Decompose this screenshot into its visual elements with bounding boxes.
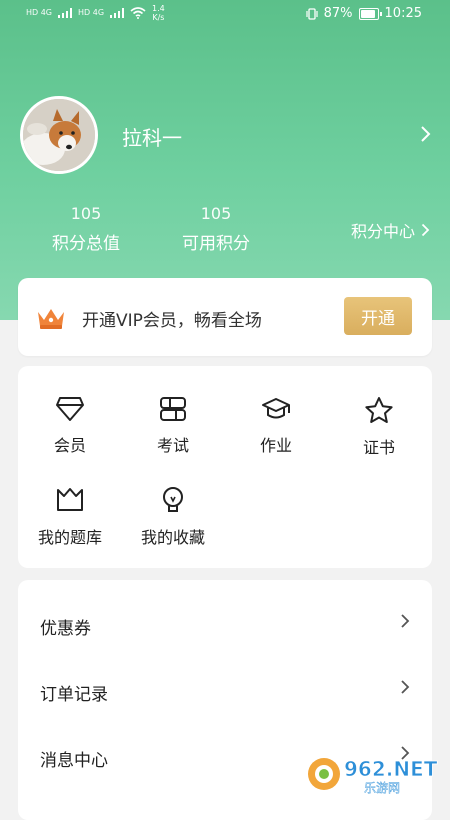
watermark-logo: 962.NET 乐游网: [302, 748, 442, 796]
list-item-orders[interactable]: 订单记录: [18, 658, 432, 724]
grid-item-exam[interactable]: 考试: [123, 396, 223, 456]
network-speed: 1.4 K/s: [152, 4, 165, 22]
vibrate-icon: [306, 7, 318, 20]
clock: 10:25: [384, 6, 422, 21]
available-points-value: 105: [200, 204, 232, 223]
total-points-label: 积分总值: [52, 234, 120, 254]
sim2-label: HD 4G: [78, 8, 105, 17]
battery-icon: [358, 7, 382, 20]
grid-item-certificate[interactable]: 证书: [329, 396, 429, 458]
profile-row[interactable]: 拉科一: [0, 96, 450, 178]
wifi-icon: [130, 7, 146, 19]
list-item-label: 消息中心: [40, 751, 108, 771]
points-center-label: 积分中心: [350, 222, 415, 241]
basket-icon: [57, 488, 83, 511]
signal-icon: [58, 8, 73, 18]
grid-item-label: 我的收藏: [140, 528, 205, 547]
vip-text: 开通VIP会员，畅看全场: [82, 311, 262, 331]
feature-grid: 会员 考试 作业 证书 我的题库 我的收藏: [18, 366, 432, 568]
signal-indicators: HD 4G HD 4G 1.4 K/s: [26, 4, 165, 22]
grid-item-label: 作业: [259, 436, 292, 455]
grid-item-label: 证书: [362, 438, 395, 457]
battery-percent: 87%: [323, 6, 353, 21]
grid-item-question-bank[interactable]: 我的题库: [20, 486, 120, 548]
graduation-cap-icon: [262, 398, 290, 419]
crown-icon: [38, 309, 64, 329]
status-right: 87% 10:25: [306, 6, 422, 21]
sim1-label: HD 4G: [26, 8, 53, 17]
open-vip-button[interactable]: 开通: [344, 297, 412, 335]
signal-icon: [110, 8, 125, 18]
svg-text:乐游网: 乐游网: [364, 781, 400, 795]
list-item-label: 优惠券: [40, 619, 91, 639]
total-points-value: 105: [70, 204, 102, 223]
available-points-label: 可用积分: [182, 234, 250, 254]
svg-text:962.NET: 962.NET: [344, 757, 438, 781]
diamond-icon: [56, 397, 84, 421]
chevron-right-icon[interactable]: [420, 124, 432, 149]
bulb-icon: [163, 487, 183, 512]
chevron-right-icon: [400, 610, 410, 635]
chevron-right-icon: [421, 223, 430, 237]
list-item-label: 订单记录: [40, 685, 108, 705]
grid-item-label: 我的题库: [37, 528, 102, 547]
available-points[interactable]: 105 可用积分: [174, 204, 258, 254]
status-bar: HD 4G HD 4G 1.4 K/s 87% 10:25: [0, 0, 450, 30]
total-points[interactable]: 105 积分总值: [44, 204, 128, 254]
list-item-coupons[interactable]: 优惠券: [18, 592, 432, 658]
grid-item-favorites[interactable]: 我的收藏: [123, 486, 223, 548]
dog-avatar-icon[interactable]: [20, 96, 98, 174]
points-center-link[interactable]: 积分中心: [351, 218, 430, 242]
points-stats: 105 积分总值 105 可用积分 积分中心: [0, 200, 450, 260]
exam-icon: [160, 397, 186, 421]
grid-item-label: 考试: [156, 436, 189, 455]
username: 拉科一: [122, 126, 182, 150]
star-icon: [365, 397, 393, 423]
grid-item-homework[interactable]: 作业: [226, 396, 326, 456]
grid-item-member[interactable]: 会员: [20, 396, 120, 456]
grid-item-label: 会员: [53, 436, 86, 455]
vip-banner: 开通VIP会员，畅看全场 开通: [18, 278, 432, 356]
chevron-right-icon: [400, 676, 410, 701]
